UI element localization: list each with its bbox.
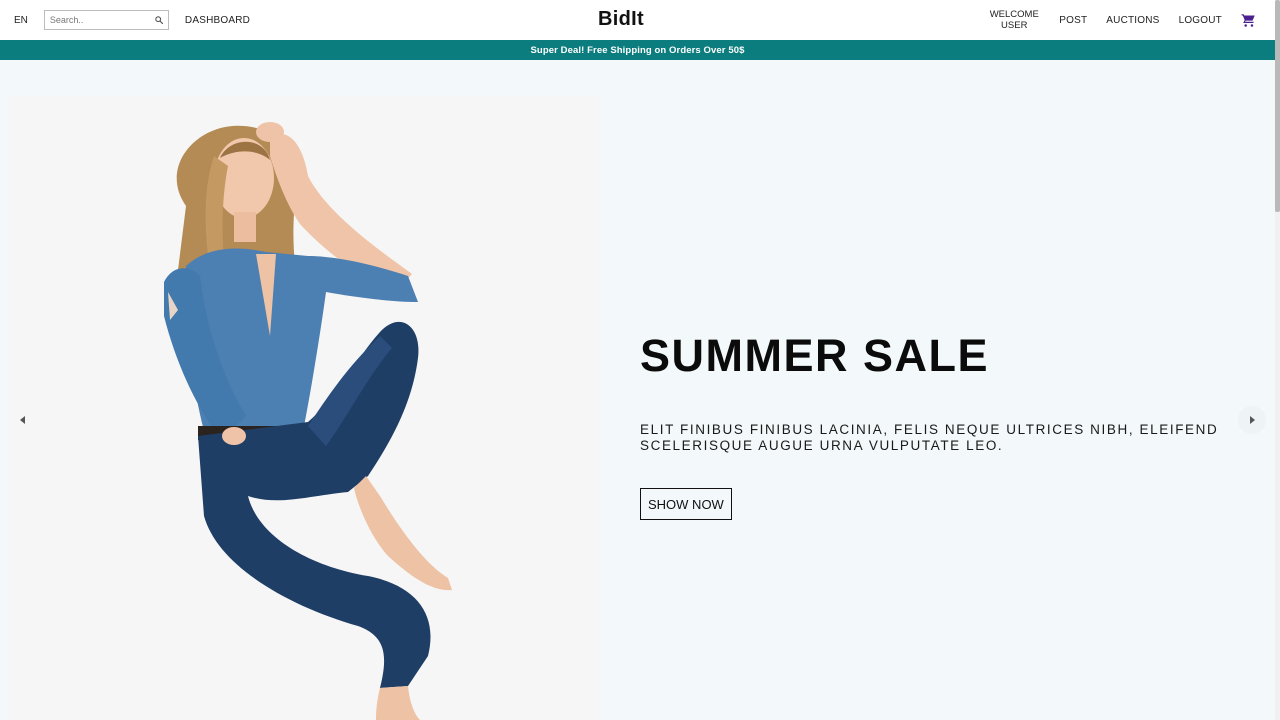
slider-prev-button[interactable]	[9, 406, 37, 434]
hero-slider: SUMMER SALE Elit finibus finibus lacinia…	[0, 60, 1275, 720]
arrow-right-icon	[1250, 416, 1255, 424]
search-icon[interactable]	[154, 15, 164, 25]
top-navbar: EN DASHBOARD BidIt WELCOME USER POST AUC…	[0, 0, 1275, 40]
slide-info: SUMMER SALE Elit finibus finibus lacinia…	[640, 330, 1240, 520]
language-selector[interactable]: EN	[14, 15, 28, 26]
navbar-right: WELCOME USER POST AUCTIONS LOGOUT	[989, 0, 1257, 40]
slide-description: Elit finibus finibus lacinia, felis nequ…	[640, 422, 1219, 453]
welcome-line-1: WELCOME	[989, 9, 1039, 20]
post-link[interactable]: POST	[1059, 15, 1087, 26]
logout-link[interactable]: LOGOUT	[1179, 15, 1222, 26]
slider-next-button[interactable]	[1238, 406, 1266, 434]
slide-image	[8, 96, 600, 720]
scrollbar-thumb[interactable]	[1275, 0, 1280, 212]
show-now-button[interactable]: SHOW NOW	[640, 488, 732, 520]
welcome-line-2: USER	[1001, 20, 1028, 31]
navbar-left: EN DASHBOARD	[0, 0, 250, 40]
page-scrollbar[interactable]	[1275, 0, 1280, 720]
arrow-left-icon	[20, 416, 25, 424]
search-container	[43, 10, 169, 30]
dashboard-link[interactable]: DASHBOARD	[185, 15, 250, 26]
model-photo	[8, 96, 600, 720]
promo-banner: Super Deal! Free Shipping on Orders Over…	[0, 40, 1275, 60]
auctions-link[interactable]: AUCTIONS	[1106, 15, 1159, 26]
slide-title: SUMMER SALE	[640, 330, 990, 381]
search-input[interactable]	[49, 15, 154, 25]
site-logo[interactable]: BidIt	[598, 8, 644, 31]
shopping-cart-icon[interactable]	[1241, 12, 1257, 28]
promo-text: Super Deal! Free Shipping on Orders Over…	[530, 44, 745, 56]
welcome-message: WELCOME USER	[989, 9, 1039, 31]
